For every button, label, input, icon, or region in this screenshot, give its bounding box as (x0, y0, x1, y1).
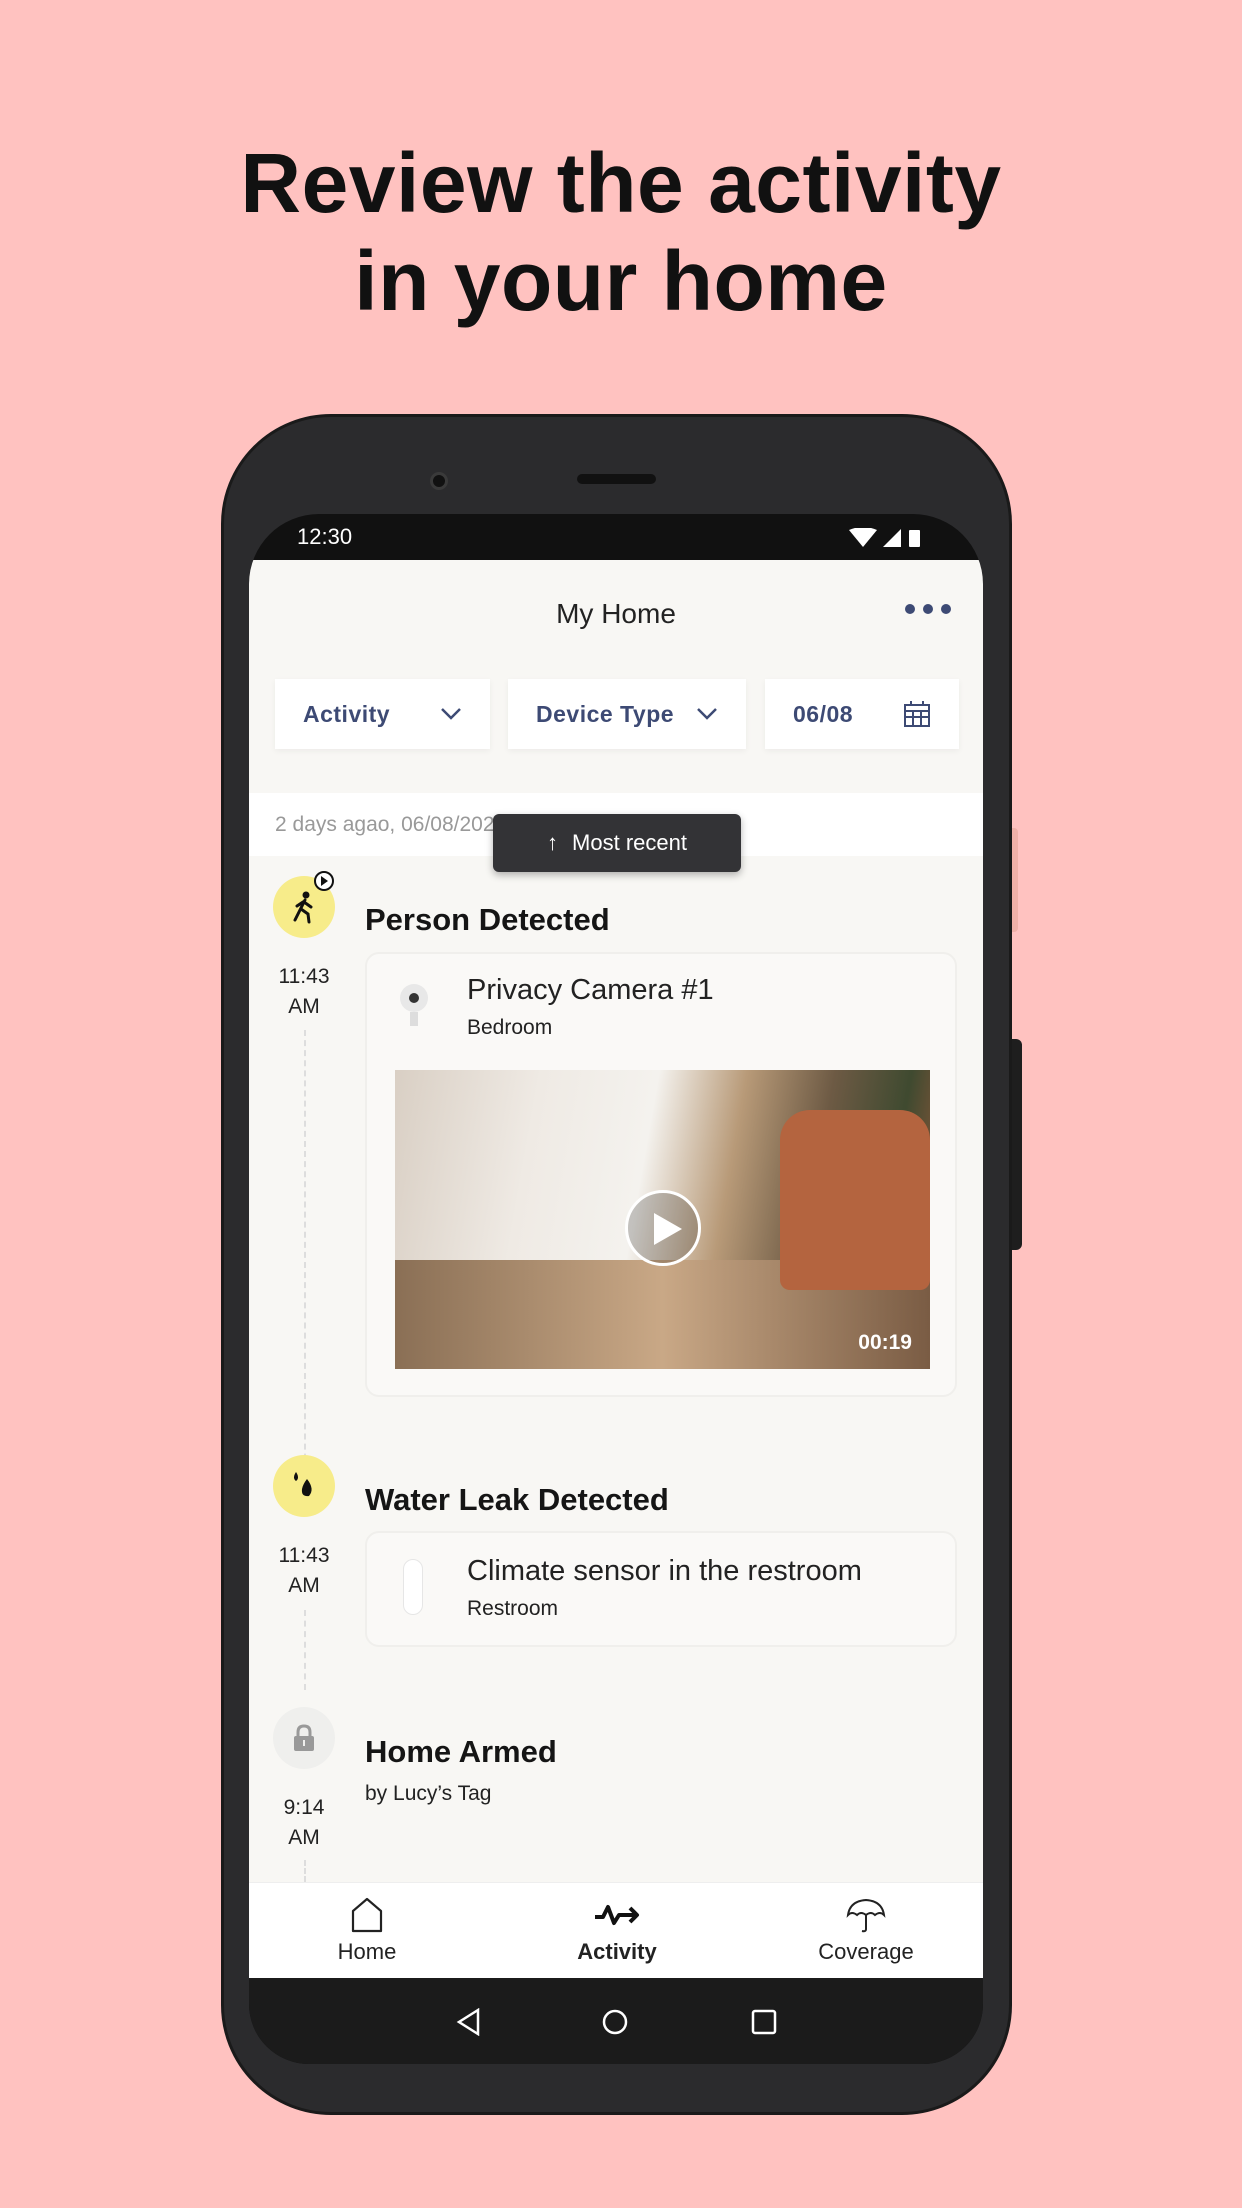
climate-sensor-icon (403, 1559, 423, 1615)
event-title: Water Leak Detected (365, 1482, 669, 1517)
event-device-card[interactable]: Privacy Camera #1 Bedroom 00:19 (365, 952, 957, 1397)
nav-label: Coverage (818, 1939, 914, 1964)
filter-label: Device Type (536, 700, 675, 727)
most-recent-label: Most recent (572, 830, 687, 855)
event-subtitle: by Lucy’s Tag (365, 1782, 492, 1805)
headline-line-1: Review the activity (240, 136, 1002, 230)
filter-label: 06/08 (793, 700, 854, 727)
timeline-line (304, 1610, 306, 1690)
device-type-filter-dropdown[interactable]: Device Type (508, 679, 746, 749)
headline: Review the activity in your home (0, 134, 1242, 330)
screen: 12:30 My Home Activity Device Type 06/08… (249, 514, 983, 2064)
play-icon (654, 1213, 682, 1245)
headline-line-2: in your home (354, 234, 888, 328)
event-time: 11:43 AM (278, 1544, 330, 1597)
page-title: My Home (556, 598, 676, 629)
power-button (1012, 1039, 1022, 1250)
home-icon (351, 1897, 383, 1933)
back-icon[interactable] (456, 2008, 482, 2036)
signal-icon (883, 529, 901, 547)
event-time: 11:43 AM (278, 965, 330, 1018)
video-duration: 00:19 (858, 1331, 912, 1354)
water-drops-icon (273, 1455, 335, 1517)
filter-label: Activity (303, 700, 391, 727)
battery-icon (909, 530, 920, 547)
umbrella-icon (846, 1898, 886, 1933)
nav-label: Activity (577, 1939, 657, 1964)
nav-home[interactable]: Home (277, 1883, 457, 1979)
system-nav-bar (249, 1978, 983, 2064)
event-title: Person Detected (365, 902, 610, 937)
bottom-nav: Home Activity Coverage (249, 1882, 983, 1978)
timeline-line (304, 1030, 306, 1500)
nav-coverage[interactable]: Coverage (776, 1883, 956, 1979)
nav-activity[interactable]: Activity (527, 1883, 707, 1979)
status-time: 12:30 (297, 524, 353, 549)
status-icons (849, 528, 920, 547)
home-circle-icon[interactable] (601, 2008, 629, 2036)
calendar-icon (904, 701, 930, 727)
event-time: 9:14 AM (283, 1796, 325, 1849)
volume-button (1012, 828, 1018, 932)
front-camera (430, 472, 448, 490)
device-room: Bedroom (467, 1016, 553, 1039)
camera-device-icon (397, 984, 431, 1030)
video-badge-icon (314, 871, 334, 891)
speaker-grille (577, 474, 656, 484)
more-horizontal-icon[interactable] (905, 604, 951, 614)
date-header-text: 2 days agao, 06/08/2020 (275, 813, 507, 836)
nav-label: Home (337, 1939, 397, 1964)
recents-icon[interactable] (751, 2009, 777, 2035)
status-bar: 12:30 (249, 514, 983, 560)
device-name: Climate sensor in the restroom (467, 1555, 862, 1587)
event-title: Home Armed (365, 1734, 557, 1769)
activity-screen: My Home Activity Device Type 06/08 2 day… (249, 560, 983, 1978)
date-filter[interactable]: 06/08 (765, 679, 959, 749)
device-name: Privacy Camera #1 (467, 974, 714, 1006)
play-button[interactable] (625, 1190, 701, 1266)
arrow-up-icon: ↑ (547, 830, 559, 855)
activity-filter-dropdown[interactable]: Activity (275, 679, 490, 749)
chevron-down-icon (441, 708, 461, 720)
device-room: Restroom (467, 1597, 559, 1620)
wifi-icon (849, 528, 877, 547)
chevron-down-icon (697, 708, 717, 720)
most-recent-button[interactable]: ↑ Most recent (493, 814, 741, 872)
activity-icon (595, 1905, 639, 1925)
lock-icon (273, 1707, 335, 1769)
timeline-line (304, 1860, 306, 1882)
video-thumbnail[interactable]: 00:19 (395, 1070, 930, 1369)
event-device-card[interactable]: Climate sensor in the restroom Restroom (365, 1531, 957, 1647)
